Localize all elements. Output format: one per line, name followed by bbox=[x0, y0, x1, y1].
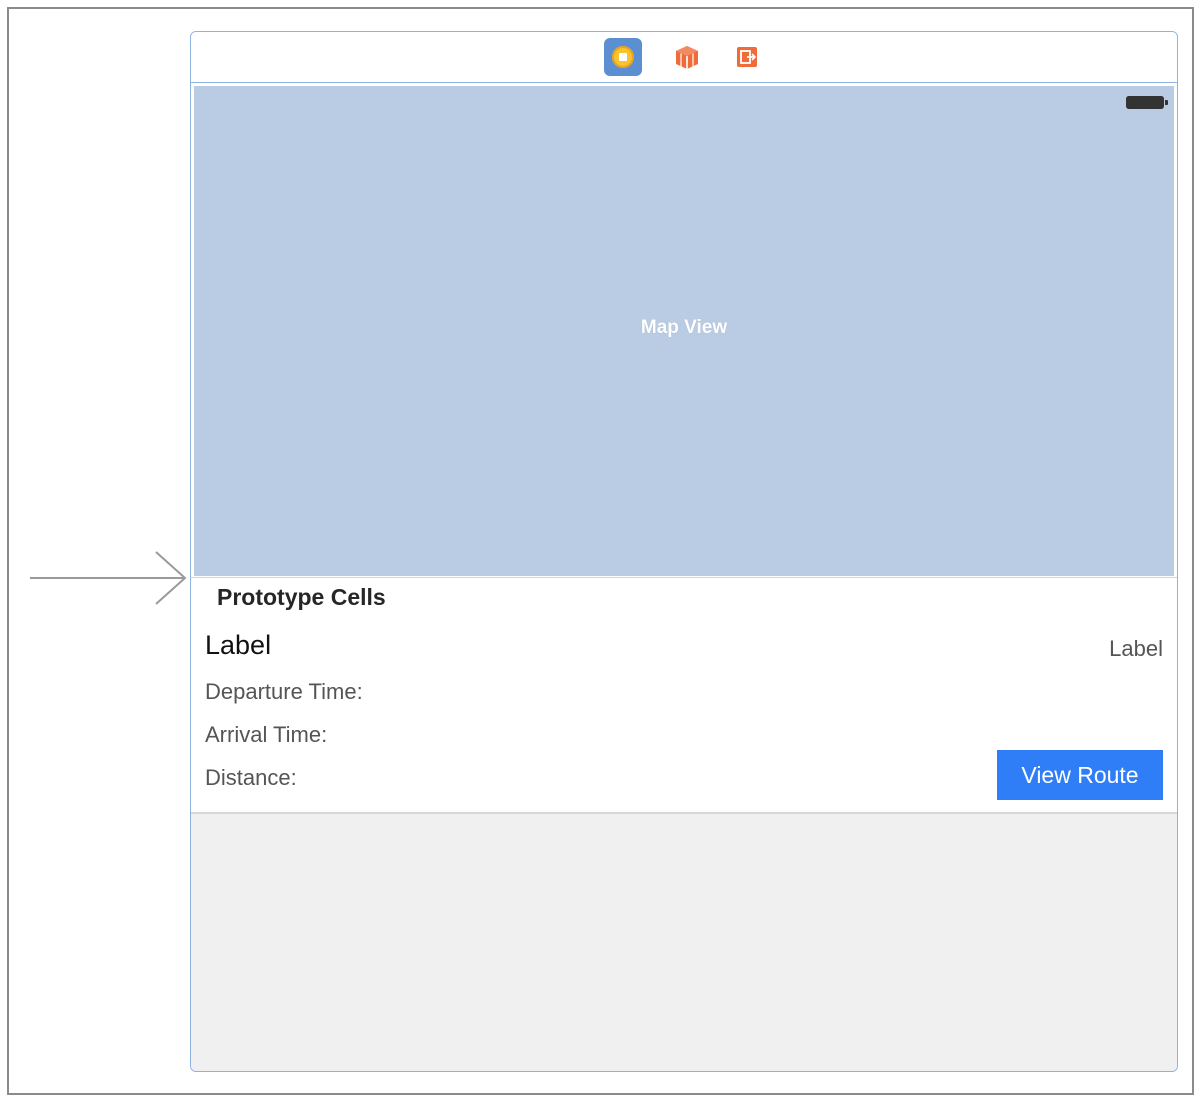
exit-icon[interactable] bbox=[728, 38, 766, 76]
table-empty-area bbox=[191, 812, 1177, 1071]
cell-title-label[interactable]: Label bbox=[205, 630, 271, 661]
departure-time-label[interactable]: Departure Time: bbox=[205, 679, 363, 705]
cell-detail-label[interactable]: Label bbox=[1109, 636, 1163, 662]
map-view-label: Map View bbox=[640, 317, 728, 338]
first-responder-icon[interactable] bbox=[668, 38, 706, 76]
map-view[interactable]: Map View bbox=[194, 86, 1174, 576]
scene-dock bbox=[191, 32, 1177, 83]
distance-label[interactable]: Distance: bbox=[205, 765, 297, 791]
arrival-time-label[interactable]: Arrival Time: bbox=[205, 722, 327, 748]
table-view[interactable]: Prototype Cells Label Label Departure Ti… bbox=[191, 577, 1177, 812]
view-controller-icon[interactable] bbox=[604, 38, 642, 76]
entry-point-arrow-icon[interactable] bbox=[30, 548, 190, 608]
battery-icon bbox=[1126, 96, 1168, 109]
view-route-button[interactable]: View Route bbox=[997, 750, 1163, 800]
view-controller-scene[interactable]: Map View Prototype Cells Label Label Dep… bbox=[190, 31, 1178, 1072]
prototype-cells-header: Prototype Cells bbox=[217, 584, 386, 610]
